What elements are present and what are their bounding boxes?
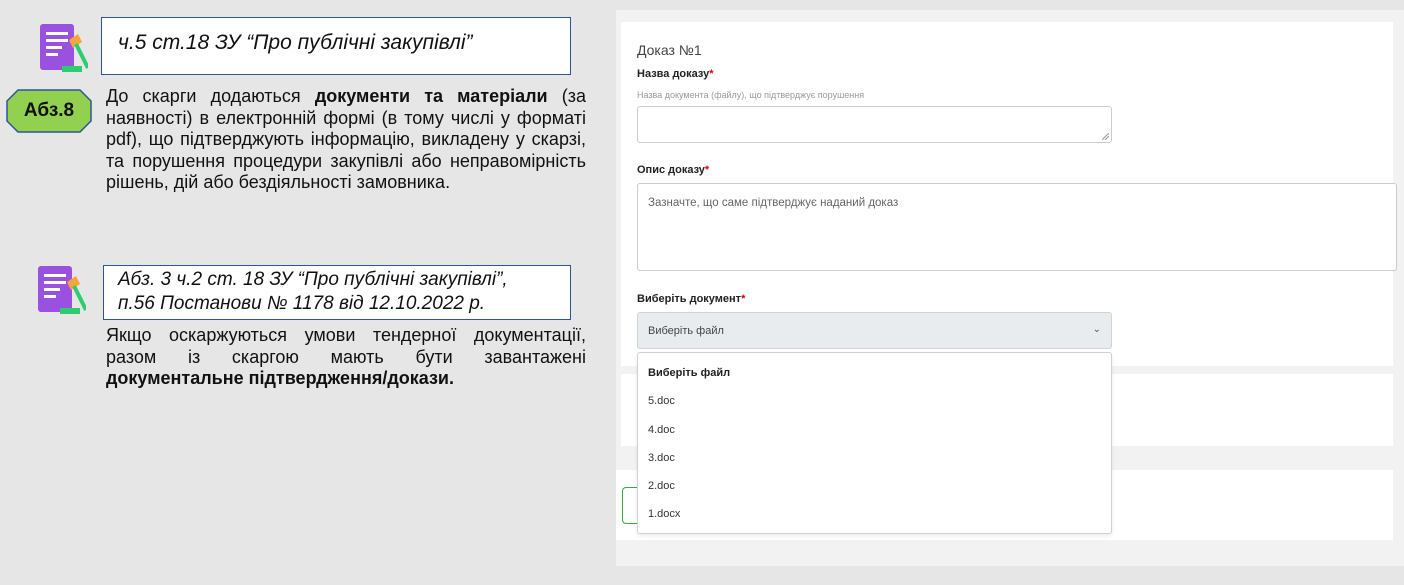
chevron-down-icon[interactable]: ⌄ [1093, 324, 1101, 335]
proof-title: Доказ №1 [637, 42, 702, 58]
tender-conditions-paragraph: Якщо оскаржуються умови тендерної докуме… [106, 325, 586, 390]
dropdown-option[interactable]: Виберіть файл [648, 367, 730, 379]
document-select-label: Виберіть документ* [637, 293, 745, 305]
badge-label: Абз.8 [23, 100, 75, 121]
dropdown-option[interactable]: 4.doc [648, 424, 675, 436]
document-select[interactable]: Виберіть файл ⌄ [637, 312, 1112, 349]
law-reference-text: ч.5 ст.18 ЗУ “Про публічні закупівлі” [118, 31, 473, 54]
law-reference-box: ч.5 ст.18 ЗУ “Про публічні закупівлі” [101, 17, 571, 75]
dropdown-option[interactable]: 1.docx [648, 508, 680, 520]
complaint-documents-paragraph: До скарги додаються документи та матеріа… [106, 86, 586, 194]
required-mark: * [709, 68, 714, 80]
dropdown-option[interactable]: 2.doc [648, 480, 675, 492]
paragraph-bold-text: документальне підтвердження/докази. [106, 368, 454, 388]
document-dropdown-list: Виберіть файл 5.doc 4.doc 3.doc 2.doc 1.… [637, 352, 1112, 534]
legal-document-icon [34, 262, 88, 318]
paragraph-text: Якщо оскаржуються умови тендерної докуме… [106, 325, 586, 367]
paragraph-badge: Абз.8 [6, 89, 92, 133]
select-value: Виберіть файл [648, 325, 724, 337]
paragraph-text: До скарги додаються [106, 86, 315, 106]
required-mark: * [704, 164, 710, 176]
label-text: Опис доказу [637, 164, 705, 176]
legal-document-icon [36, 20, 90, 76]
proof-description-textarea[interactable]: Зазначте, що саме підтверджує наданий до… [637, 183, 1397, 271]
paragraph-bold-text: документи та матеріали [314, 86, 548, 106]
required-mark: * [741, 293, 746, 305]
proof-description-label: Опис доказу* [637, 164, 709, 176]
resize-grip-icon[interactable] [1102, 133, 1109, 140]
proof-name-hint: Назва документа (файлу), що підтверджує … [637, 90, 865, 100]
proof-name-label: Назва доказу* [637, 68, 714, 80]
proof-name-textarea[interactable] [637, 106, 1112, 143]
law-reference-box: Абз. 3 ч.2 ст. 18 ЗУ “Про публічні закуп… [103, 265, 571, 320]
dropdown-option[interactable]: 5.doc [648, 395, 675, 407]
description-placeholder: Зазначте, що саме підтверджує наданий до… [648, 197, 899, 209]
dropdown-option[interactable]: 3.doc [648, 452, 675, 464]
law-reference-line: п.56 Постанови № 1178 від 12.10.2022 р. [118, 293, 486, 314]
law-reference-line: Абз. 3 ч.2 ст. 18 ЗУ “Про публічні закуп… [118, 269, 508, 290]
label-text: Назва доказу [637, 68, 710, 80]
label-text: Виберіть документ [637, 293, 742, 305]
